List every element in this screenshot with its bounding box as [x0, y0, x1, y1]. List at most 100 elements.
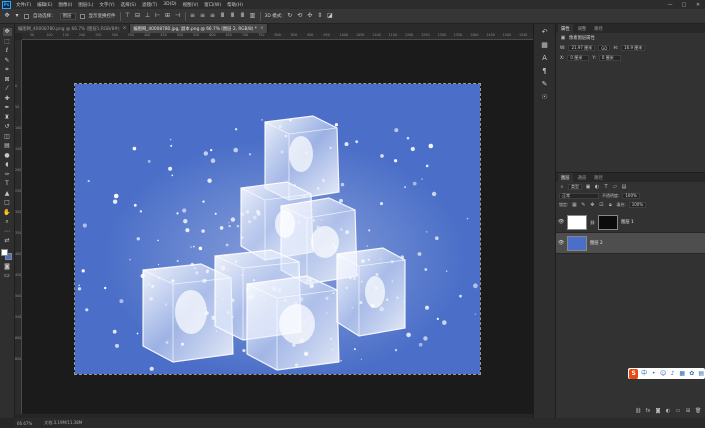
zoom-tool-icon[interactable]: ⌕: [3, 218, 12, 226]
type-tool-icon[interactable]: T: [3, 180, 12, 188]
close-icon[interactable]: ×: [260, 26, 264, 31]
keyboard-icon[interactable]: ▦: [678, 370, 686, 378]
x-field[interactable]: 0 厘米: [567, 55, 590, 61]
history-icon[interactable]: ↶: [540, 28, 549, 37]
gradient-tool-icon[interactable]: ▤: [3, 142, 12, 150]
minimize-button[interactable]: —: [663, 0, 677, 9]
ruler-horizontal[interactable]: 50 100 150 200 250 300 350 400 450 500 550 600 650 70…: [22, 33, 533, 40]
link-toggle[interactable]: GO: [598, 45, 611, 51]
color-swatches[interactable]: [1, 248, 13, 261]
filter-pixel-icon[interactable]: ▣: [585, 184, 591, 190]
ruler-vertical[interactable]: 0 50 100 150 200 250 300 350 400 450 500 550 600 650: [15, 40, 22, 414]
height-field[interactable]: 16.9 厘米: [621, 45, 646, 51]
tab-properties[interactable]: 属性: [558, 24, 573, 33]
tab-paths[interactable]: 路径: [591, 24, 606, 33]
sogou-logo[interactable]: S: [629, 368, 639, 379]
swap-colors-icon[interactable]: ⇄: [3, 237, 12, 245]
layer-style-icon[interactable]: fx: [645, 408, 651, 414]
eyedropper-tool-icon[interactable]: ⁄: [3, 85, 12, 93]
foreground-color-swatch[interactable]: [1, 248, 8, 256]
distribute-vcenter-icon[interactable]: ≡: [200, 13, 206, 19]
punctuation-icon[interactable]: •: [650, 370, 658, 378]
menu-type[interactable]: 文字(Y): [96, 2, 117, 8]
new-group-icon[interactable]: ▭: [675, 408, 681, 414]
maximize-button[interactable]: □: [677, 0, 691, 9]
blur-tool-icon[interactable]: ●: [3, 152, 12, 160]
menu-window[interactable]: 窗口(W): [201, 2, 224, 8]
hand-tool-icon[interactable]: ✋: [3, 209, 12, 217]
brush-tool-icon[interactable]: ✒: [3, 104, 12, 112]
document-canvas[interactable]: [74, 83, 481, 375]
filter-smart-icon[interactable]: ▤: [621, 184, 627, 190]
lock-paint-icon[interactable]: ✎: [580, 202, 586, 208]
lock-icon[interactable]: 🔒︎: [607, 202, 613, 208]
3d-roll-icon[interactable]: ⟲: [297, 13, 303, 19]
transform-controls-checkbox[interactable]: [79, 13, 85, 19]
menu-3d[interactable]: 3D(D): [160, 2, 179, 7]
align-vcenter-icon[interactable]: ⊟: [135, 13, 141, 19]
tab-layers[interactable]: 图层: [558, 173, 573, 182]
eraser-tool-icon[interactable]: ◫: [3, 133, 12, 141]
menu-edit[interactable]: 编辑(E): [34, 2, 55, 8]
align-left-icon[interactable]: ⊢: [155, 13, 161, 19]
distribute-bottom-icon[interactable]: ≡: [210, 13, 216, 19]
eye-icon[interactable]: 👁︎: [558, 219, 564, 225]
lock-artboard-icon[interactable]: ⊡: [598, 202, 604, 208]
filter-shape-icon[interactable]: ▱: [612, 184, 618, 190]
distribute-left-icon[interactable]: Ⅲ: [220, 13, 226, 19]
tab-document-1[interactable]: 编图网_40008780.png @ 66.7% (图层1,RGB/8#) ×: [15, 24, 131, 33]
blend-mode-select[interactable]: 正常: [559, 192, 599, 199]
dodge-tool-icon[interactable]: ◖: [3, 161, 12, 169]
microphone-icon[interactable]: ♪: [669, 370, 677, 378]
opacity-field[interactable]: 100%: [622, 192, 640, 199]
align-top-icon[interactable]: ⊤: [125, 13, 131, 19]
tab-adjustments[interactable]: 调整: [575, 24, 590, 33]
trash-icon[interactable]: 🗑︎: [695, 408, 701, 414]
menu-view[interactable]: 视图(V): [180, 2, 202, 8]
y-field[interactable]: 0 厘米: [598, 55, 621, 61]
screen-mode-icon[interactable]: ▭: [3, 272, 12, 280]
menu-select[interactable]: 选择(S): [118, 2, 139, 8]
quick-select-tool-icon[interactable]: ✎: [3, 57, 12, 65]
layer-name[interactable]: 图层 2: [590, 240, 603, 246]
menu-layer[interactable]: 图层(L): [75, 2, 96, 8]
layer-name[interactable]: 图层 1: [621, 219, 634, 225]
layer-kind-filter[interactable]: 类型: [568, 183, 582, 190]
align-bottom-icon[interactable]: ⊥: [145, 13, 151, 19]
emoji-icon[interactable]: ☺: [659, 370, 667, 378]
layer-row[interactable]: 👁︎ 图层 2: [556, 233, 705, 254]
brush-settings-icon[interactable]: ✎: [540, 80, 549, 89]
healing-brush-tool-icon[interactable]: ✚: [3, 95, 12, 103]
distribute-top-icon[interactable]: ≡: [190, 13, 196, 19]
swatches-icon[interactable]: ▦: [540, 41, 549, 50]
toolbox-icon[interactable]: ▤: [697, 370, 705, 378]
tab-channels[interactable]: 通道: [575, 173, 590, 182]
link-layers-icon[interactable]: ⛓︎: [635, 408, 641, 414]
fill-field[interactable]: 100%: [628, 201, 647, 208]
input-method-bar[interactable]: S 中 • ☺ ♪ ▦ ✿ ▤: [628, 368, 705, 379]
auto-select-checkbox[interactable]: [24, 13, 29, 19]
document-size[interactable]: 文档:3.19M/11.38M: [44, 420, 82, 426]
zoom-level[interactable]: 66.67%: [17, 421, 32, 426]
width-field[interactable]: 21.97 厘米: [568, 45, 596, 51]
menu-help[interactable]: 帮助(H): [224, 2, 246, 8]
chevron-down-icon[interactable]: ▾: [14, 13, 20, 19]
menu-file[interactable]: 文件(F): [13, 2, 34, 8]
skin-icon[interactable]: ✿: [688, 370, 696, 378]
align-hcenter-icon[interactable]: ⊞: [165, 13, 171, 19]
lock-pixels-icon[interactable]: ▦: [571, 202, 577, 208]
paragraph-icon[interactable]: ¶: [540, 67, 549, 76]
new-layer-icon[interactable]: ⊞: [685, 408, 691, 414]
distribute-right-icon[interactable]: Ⅲ: [240, 13, 246, 19]
marquee-tool-icon[interactable]: ⬚: [3, 38, 12, 46]
eye-icon[interactable]: 👁︎: [558, 240, 564, 246]
lasso-tool-icon[interactable]: ℓ: [3, 47, 12, 55]
tab-paths[interactable]: 路径: [591, 173, 606, 182]
adjustment-layer-icon[interactable]: ◐: [665, 408, 671, 414]
layer-row[interactable]: 👁︎ ⛓︎ 图层 1: [556, 212, 705, 233]
menu-filter[interactable]: 滤镜(T): [139, 2, 160, 8]
quick-mask-icon[interactable]: ◙: [3, 263, 12, 271]
3d-rotate-icon[interactable]: ↻: [287, 13, 293, 19]
3d-slide-icon[interactable]: ⇕: [317, 13, 323, 19]
learn-icon[interactable]: ☉: [540, 93, 549, 102]
